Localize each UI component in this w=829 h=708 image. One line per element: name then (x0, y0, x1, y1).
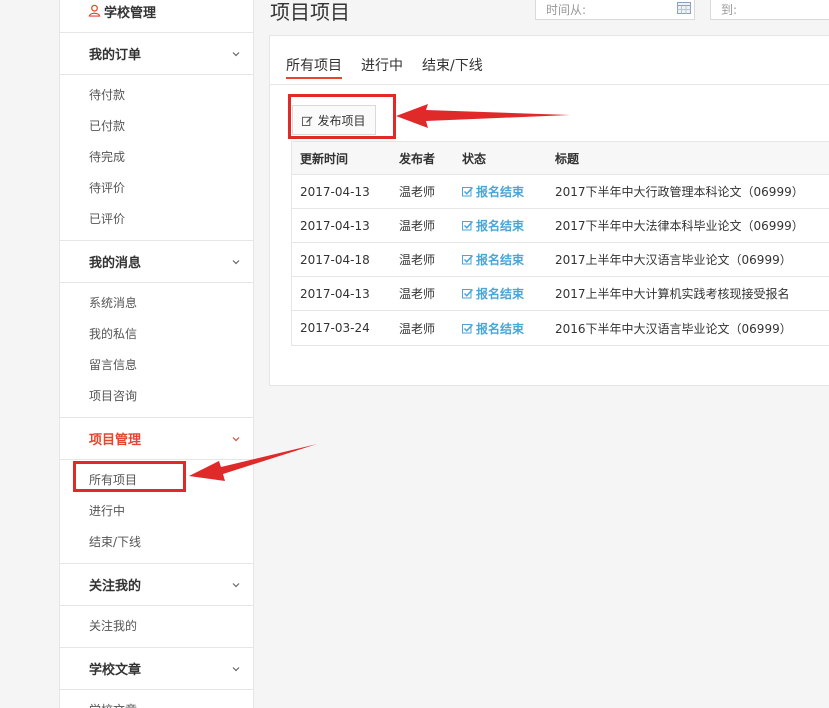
status-badge[interactable]: 报名结束 (453, 251, 547, 268)
status-badge[interactable]: 报名结束 (453, 320, 547, 337)
chevron-down-icon (232, 259, 240, 264)
tab-ended[interactable]: 结束/下线 (422, 55, 483, 84)
sidebar-section-header[interactable]: 关注我的 (60, 564, 253, 606)
cell-publisher: 温老师 (399, 321, 436, 336)
table-row: 2017-03-24 温老师 报名结束 2016下半年中大汉语言毕业论文（069… (292, 311, 829, 345)
date-to-placeholder: 到: (721, 3, 738, 17)
cell-title[interactable]: 2017上半年中大汉语言毕业论文（06999） (547, 251, 829, 268)
annotation-arrow-sidebar-icon (189, 444, 317, 481)
cell-date: 2017-04-13 (300, 286, 370, 301)
sidebar-section-header[interactable]: 学校文章 (60, 648, 253, 690)
cell-publisher: 温老师 (399, 253, 436, 267)
table-row: 2017-04-18 温老师 报名结束 2017上半年中大汉语言毕业论文（069… (292, 243, 829, 277)
sidebar-item[interactable]: 我的私信 (60, 318, 253, 349)
table-row: 2017-04-13 温老师 报名结束 2017下半年中大行政管理本科论文（06… (292, 175, 829, 209)
sidebar-item[interactable]: 待评价 (60, 172, 253, 203)
cell-publisher: 温老师 (399, 287, 436, 301)
sidebar-section-orders: 我的订单 待付款 已付款 待完成 待评价 已评价 (60, 33, 253, 241)
sidebar-item[interactable]: 结束/下线 (60, 526, 253, 557)
column-header: 标题 (555, 151, 580, 166)
table-row: 2017-04-13 温老师 报名结束 2017下半年中大法律本科毕业论文（06… (292, 209, 829, 243)
section-title: 关注我的 (89, 579, 142, 594)
status-badge[interactable]: 报名结束 (453, 285, 547, 302)
column-header: 发布者 (399, 151, 436, 166)
cell-publisher: 温老师 (399, 219, 436, 233)
check-square-icon (462, 323, 473, 333)
tab-all-projects[interactable]: 所有项目 (286, 55, 342, 84)
status-badge[interactable]: 报名结束 (453, 183, 547, 200)
sidebar-section-header[interactable]: 我的消息 (60, 241, 253, 283)
cell-publisher: 温老师 (399, 185, 436, 199)
sidebar-section-followers: 关注我的 关注我的 (60, 564, 253, 648)
status-label: 报名结束 (476, 219, 525, 233)
chevron-down-icon (232, 582, 240, 587)
status-badge[interactable]: 报名结束 (453, 217, 547, 234)
date-from-placeholder: 时间从: (546, 3, 587, 17)
table-header-row: 更新时间 发布者 状态 标题 (292, 142, 829, 175)
annotation-box-publish (288, 94, 396, 139)
section-title: 我的消息 (89, 256, 142, 271)
cell-date: 2017-03-24 (300, 321, 370, 335)
calendar-icon[interactable] (677, 2, 691, 14)
chevron-down-icon (232, 51, 240, 56)
sidebar-section-header[interactable]: 我的订单 (60, 33, 253, 75)
sidebar-item[interactable]: 已评价 (60, 203, 253, 234)
sidebar-item[interactable]: 待完成 (60, 141, 253, 172)
sidebar-item[interactable]: 学校文章 (60, 694, 253, 708)
user-icon (88, 4, 101, 17)
check-square-icon (462, 186, 473, 197)
tab-bar: 所有项目 进行中 结束/下线 (270, 36, 829, 85)
date-to-input[interactable]: 到: (710, 0, 829, 20)
sidebar: 学校管理 我的订单 待付款 已付款 待完成 待评价 已评价 我的消息 系统消息 … (59, 0, 254, 708)
cell-date: 2017-04-18 (300, 252, 370, 267)
section-title: 学校文章 (89, 663, 142, 678)
sidebar-item[interactable]: 项目咨询 (60, 380, 253, 411)
status-label: 报名结束 (476, 185, 525, 199)
check-square-icon (462, 254, 473, 265)
table-row: 2017-04-13 温老师 报名结束 2017上半年中大计算机实践考核现接受报… (292, 277, 829, 311)
page-title: 项目项目 (270, 0, 350, 24)
sidebar-item[interactable]: 已付款 (60, 110, 253, 141)
check-square-icon (462, 220, 473, 231)
check-square-icon (462, 288, 473, 299)
sidebar-top-label: 学校管理 (104, 6, 157, 21)
cell-date: 2017-04-13 (300, 184, 370, 199)
annotation-box-sidebar (73, 461, 186, 492)
sidebar-item[interactable]: 留言信息 (60, 349, 253, 380)
section-title: 我的订单 (89, 48, 142, 63)
date-from-input[interactable]: 时间从: (535, 0, 695, 20)
cell-title[interactable]: 2016下半年中大汉语言毕业论文（06999） (547, 320, 829, 337)
cell-title[interactable]: 2017下半年中大行政管理本科论文（06999） (547, 183, 829, 200)
sidebar-item[interactable]: 系统消息 (60, 287, 253, 318)
tab-in-progress[interactable]: 进行中 (361, 55, 403, 84)
cell-title[interactable]: 2017下半年中大法律本科毕业论文（06999） (547, 217, 829, 234)
project-table: 更新时间 发布者 状态 标题 2017-04-13 温老师 报名结束 2017下… (291, 141, 829, 346)
cell-title[interactable]: 2017上半年中大计算机实践考核现接受报名 (547, 285, 829, 302)
sidebar-section-messages: 我的消息 系统消息 我的私信 留言信息 项目咨询 (60, 241, 253, 418)
cell-date: 2017-04-13 (300, 218, 370, 233)
section-title: 项目管理 (89, 433, 142, 448)
sidebar-item[interactable]: 关注我的 (60, 610, 253, 641)
sidebar-top[interactable]: 学校管理 (60, 0, 253, 33)
sidebar-section-articles: 学校文章 学校文章 (60, 648, 253, 708)
sidebar-item[interactable]: 进行中 (60, 495, 253, 526)
column-header: 更新时间 (300, 151, 349, 166)
status-label: 报名结束 (476, 321, 525, 336)
annotation-arrow-publish-icon (396, 104, 570, 128)
project-panel: 所有项目 进行中 结束/下线 发布项目 更新时间 发布者 状态 标题 2017-… (269, 35, 829, 386)
column-header: 状态 (462, 151, 487, 166)
status-label: 报名结束 (476, 287, 525, 301)
chevron-down-icon (232, 666, 240, 671)
status-label: 报名结束 (476, 253, 525, 267)
sidebar-item[interactable]: 待付款 (60, 79, 253, 110)
